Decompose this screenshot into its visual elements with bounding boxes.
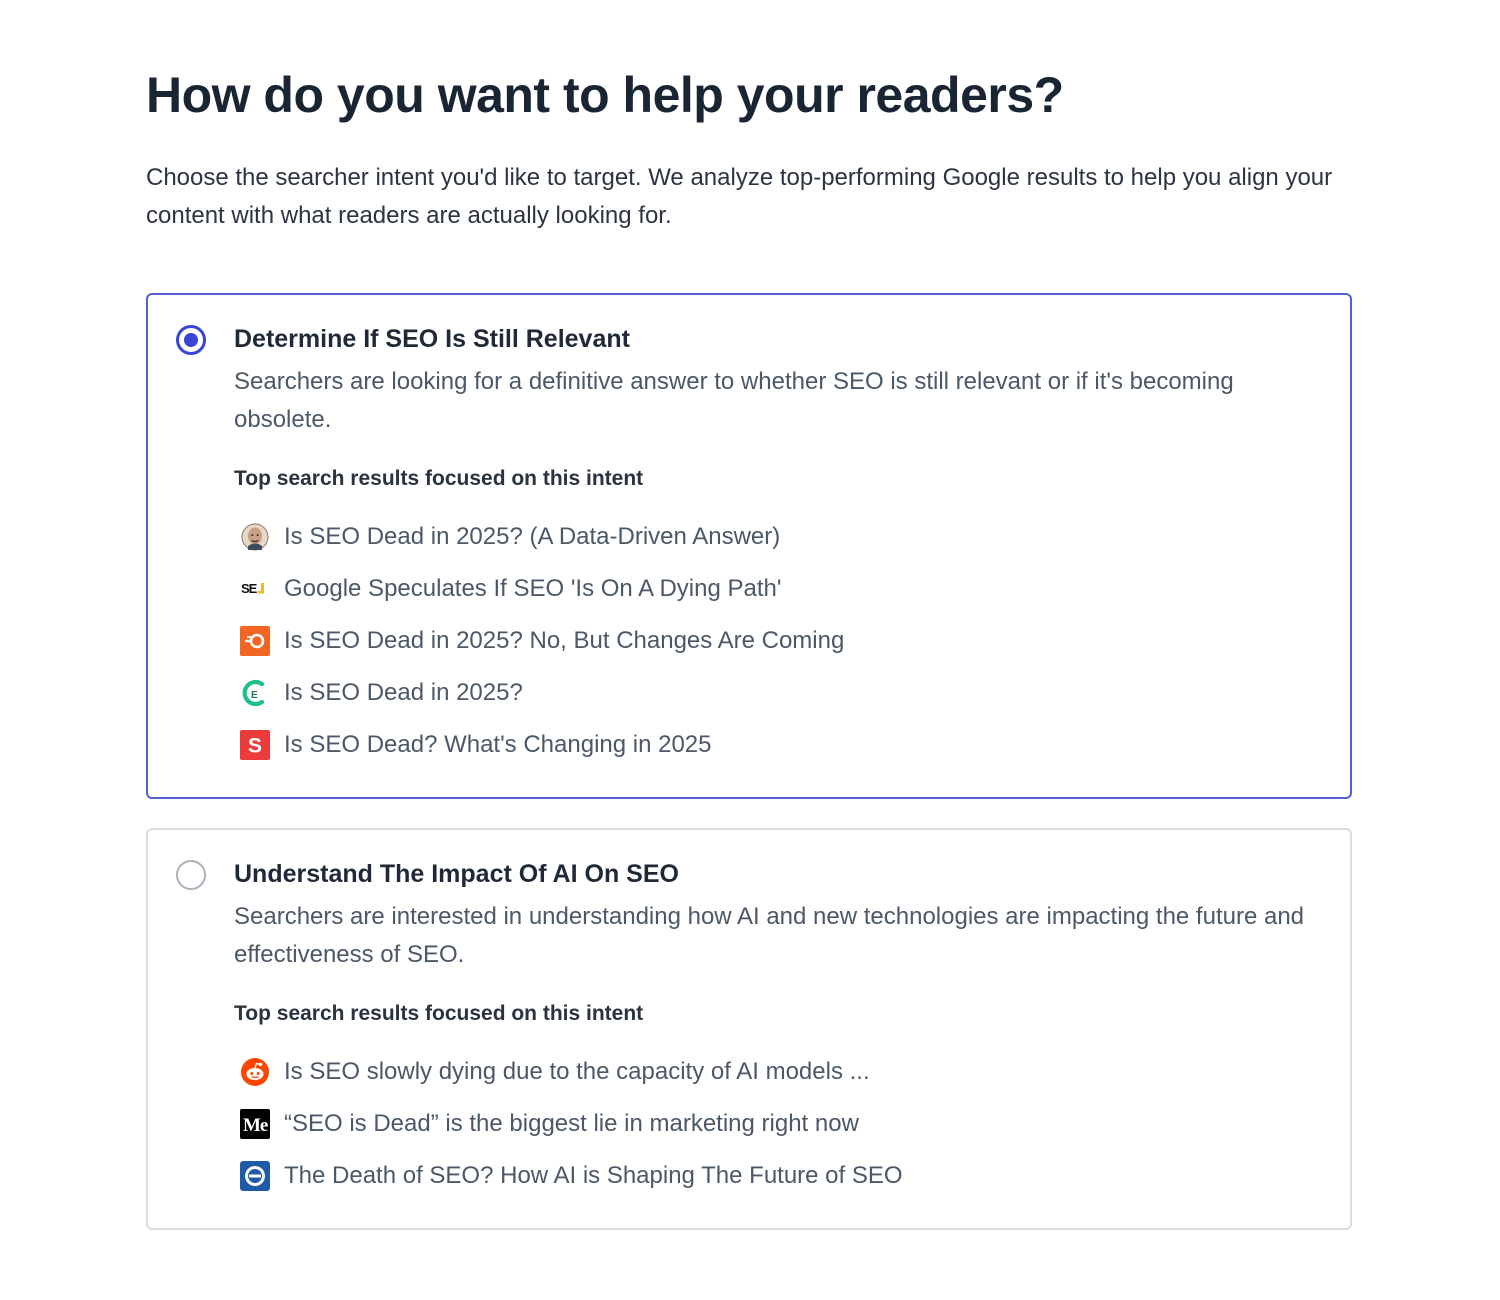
svg-text:E: E bbox=[251, 690, 258, 701]
person-avatar-icon bbox=[240, 522, 270, 552]
svg-text:Me: Me bbox=[243, 1115, 268, 1136]
search-result-item[interactable]: SE Google Speculates If SEO 'Is On A Dyi… bbox=[234, 563, 844, 615]
page-title: How do you want to help your readers? bbox=[146, 67, 1064, 123]
medium-logo-icon: Me bbox=[240, 1109, 270, 1139]
results-list: Is SEO Dead in 2025? (A Data-Driven Answ… bbox=[234, 511, 844, 771]
intent-title: Understand The Impact Of AI On SEO bbox=[234, 860, 679, 888]
search-result-title: Is SEO Dead in 2025? (A Data-Driven Answ… bbox=[284, 523, 781, 550]
intent-radio-selected[interactable] bbox=[176, 325, 206, 355]
red-s-logo-icon: S bbox=[240, 730, 270, 760]
intent-title: Determine If SEO Is Still Relevant bbox=[234, 325, 630, 353]
search-result-item[interactable]: S Is SEO Dead? What's Changing in 2025 bbox=[234, 719, 844, 771]
green-c-logo-icon: E bbox=[240, 678, 270, 708]
search-result-item[interactable]: Is SEO Dead in 2025? (A Data-Driven Answ… bbox=[234, 511, 844, 563]
search-result-title: Is SEO slowly dying due to the capacity … bbox=[284, 1058, 870, 1085]
intent-option-ai-impact[interactable]: Understand The Impact Of AI On SEO Searc… bbox=[146, 828, 1352, 1230]
search-result-item[interactable]: Me “SEO is Dead” is the biggest lie in m… bbox=[234, 1098, 903, 1150]
intent-description: Searchers are interested in understandin… bbox=[234, 903, 1305, 968]
semrush-logo-icon bbox=[240, 626, 270, 656]
search-result-title: Google Speculates If SEO 'Is On A Dying … bbox=[284, 575, 782, 602]
svg-text:SE: SE bbox=[241, 581, 258, 596]
search-result-title: Is SEO Dead? What's Changing in 2025 bbox=[284, 731, 712, 758]
intent-radio-unselected[interactable] bbox=[176, 860, 206, 890]
blue-circle-logo-icon bbox=[240, 1161, 270, 1191]
intent-description: Searchers are looking for a definitive a… bbox=[234, 368, 1234, 433]
search-result-item[interactable]: E Is SEO Dead in 2025? bbox=[234, 667, 844, 719]
results-label: Top search results focused on this inten… bbox=[234, 1002, 644, 1025]
reddit-logo-icon bbox=[240, 1057, 270, 1087]
search-result-title: Is SEO Dead in 2025? No, But Changes Are… bbox=[284, 627, 845, 654]
results-label: Top search results focused on this inten… bbox=[234, 467, 644, 490]
search-result-title: Is SEO Dead in 2025? bbox=[284, 679, 523, 706]
search-result-title: The Death of SEO? How AI is Shaping The … bbox=[284, 1162, 903, 1189]
svg-text:S: S bbox=[248, 735, 262, 758]
search-result-title: “SEO is Dead” is the biggest lie in mark… bbox=[284, 1110, 859, 1137]
search-result-item[interactable]: Is SEO Dead in 2025? No, But Changes Are… bbox=[234, 615, 844, 667]
intent-option-seo-relevance[interactable]: Determine If SEO Is Still Relevant Searc… bbox=[146, 293, 1352, 799]
search-result-item[interactable]: The Death of SEO? How AI is Shaping The … bbox=[234, 1150, 903, 1202]
sej-logo-icon: SE bbox=[240, 574, 270, 604]
page-subtitle: Choose the searcher intent you'd like to… bbox=[146, 164, 1333, 229]
radio-dot bbox=[184, 333, 198, 347]
results-list: Is SEO slowly dying due to the capacity … bbox=[234, 1046, 903, 1202]
search-result-item[interactable]: Is SEO slowly dying due to the capacity … bbox=[234, 1046, 903, 1098]
